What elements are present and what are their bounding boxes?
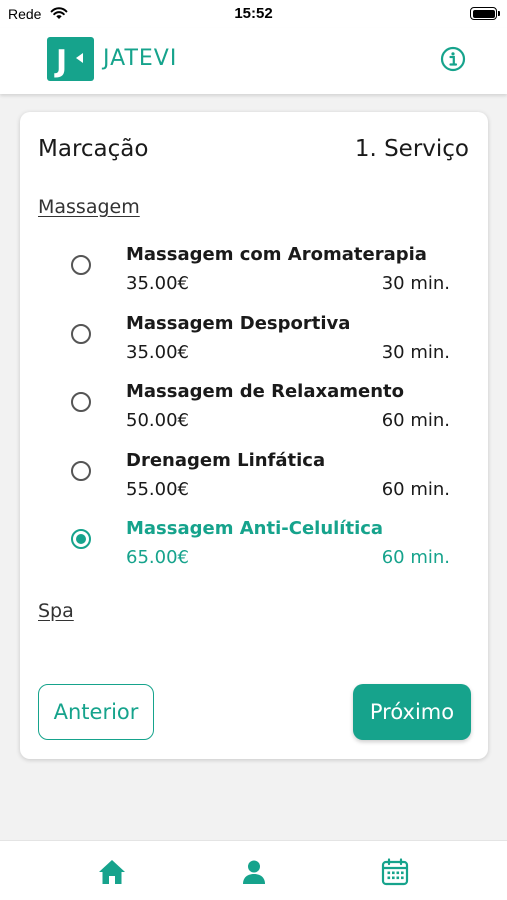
service-name: Massagem de Relaxamento	[126, 381, 404, 402]
calendar-icon[interactable]	[380, 857, 410, 887]
radio-button[interactable]	[71, 255, 91, 275]
service-option[interactable]: Massagem com Aromaterapia 35.00€ 30 min.	[20, 244, 488, 306]
tab-bar	[0, 840, 507, 900]
status-time: 15:52	[234, 5, 273, 22]
step-label: 1. Serviço	[354, 136, 469, 162]
logo-j-icon: J	[54, 44, 83, 79]
home-icon[interactable]	[97, 857, 127, 887]
app-title: JATEVI	[103, 46, 178, 71]
radio-button[interactable]	[71, 529, 91, 549]
service-duration: 60 min.	[381, 547, 450, 568]
info-icon[interactable]	[440, 46, 466, 72]
svg-text:J: J	[54, 44, 67, 79]
next-button[interactable]: Próximo	[353, 684, 471, 740]
category-spa[interactable]: Spa	[38, 600, 74, 622]
service-price: 35.00€	[126, 342, 189, 363]
service-price: 35.00€	[126, 273, 189, 294]
service-option[interactable]: Drenagem Linfática 55.00€ 60 min.	[20, 450, 488, 512]
service-name: Drenagem Linfática	[126, 450, 326, 471]
category-massagem[interactable]: Massagem	[38, 196, 140, 218]
service-option[interactable]: Massagem Desportiva 35.00€ 30 min.	[20, 313, 488, 375]
battery-icon	[470, 7, 500, 20]
service-option[interactable]: Massagem Anti-Celulítica 65.00€ 60 min.	[20, 518, 488, 580]
service-duration: 60 min.	[381, 410, 450, 431]
service-price: 65.00€	[126, 547, 189, 568]
page-title: Marcação	[38, 136, 149, 162]
service-duration: 30 min.	[381, 273, 450, 294]
service-price: 50.00€	[126, 410, 189, 431]
service-duration: 60 min.	[381, 479, 450, 500]
app-logo: J	[47, 37, 94, 81]
service-duration: 30 min.	[381, 342, 450, 363]
status-bar: Rede 15:52	[0, 0, 507, 28]
booking-card: Marcação 1. Serviço Massagem Massagem co…	[20, 112, 488, 759]
previous-button[interactable]: Anterior	[38, 684, 154, 740]
service-price: 55.00€	[126, 479, 189, 500]
service-name: Massagem com Aromaterapia	[126, 244, 427, 265]
radio-button[interactable]	[71, 461, 91, 481]
service-name: Massagem Anti-Celulítica	[126, 518, 384, 539]
radio-button[interactable]	[71, 392, 91, 412]
service-option[interactable]: Massagem de Relaxamento 50.00€ 60 min.	[20, 381, 488, 443]
app-header: J JATEVI	[0, 28, 507, 94]
service-name: Massagem Desportiva	[126, 313, 351, 334]
radio-button[interactable]	[71, 324, 91, 344]
user-icon[interactable]	[239, 857, 269, 887]
